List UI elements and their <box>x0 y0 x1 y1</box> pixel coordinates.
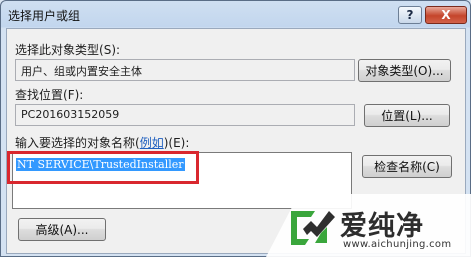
help-button[interactable]: ? <box>398 6 422 24</box>
examples-link[interactable]: 例如 <box>140 136 164 150</box>
check-names-button[interactable]: 检查名称(C) <box>362 155 452 178</box>
brand-logo-icon <box>291 211 335 245</box>
close-button[interactable]: X <box>425 6 467 24</box>
watermark-brand: 爱纯净 <box>340 211 424 242</box>
watermark-url: www.aichunjing.com <box>343 239 452 250</box>
object-names-label: 输入要选择的对象名称(例如)(E): <box>15 136 190 150</box>
object-types-button[interactable]: 对象类型(O)... <box>358 59 451 82</box>
object-name-text: NT SERVICE\TrustedInstaller <box>16 158 185 171</box>
title-bar[interactable]: 选择用户或组 ? X <box>0 0 471 28</box>
object-type-field: 用户、组或内置安全主体 <box>15 59 355 81</box>
location-label: 查找位置(F): <box>15 88 84 102</box>
locations-button[interactable]: 位置(L)... <box>364 104 450 127</box>
object-type-label: 选择此对象类型(S): <box>15 43 121 57</box>
advanced-button[interactable]: 高级(A)... <box>18 218 106 241</box>
window-title: 选择用户或组 <box>8 9 81 23</box>
location-field: PC201603152059 <box>15 104 355 126</box>
